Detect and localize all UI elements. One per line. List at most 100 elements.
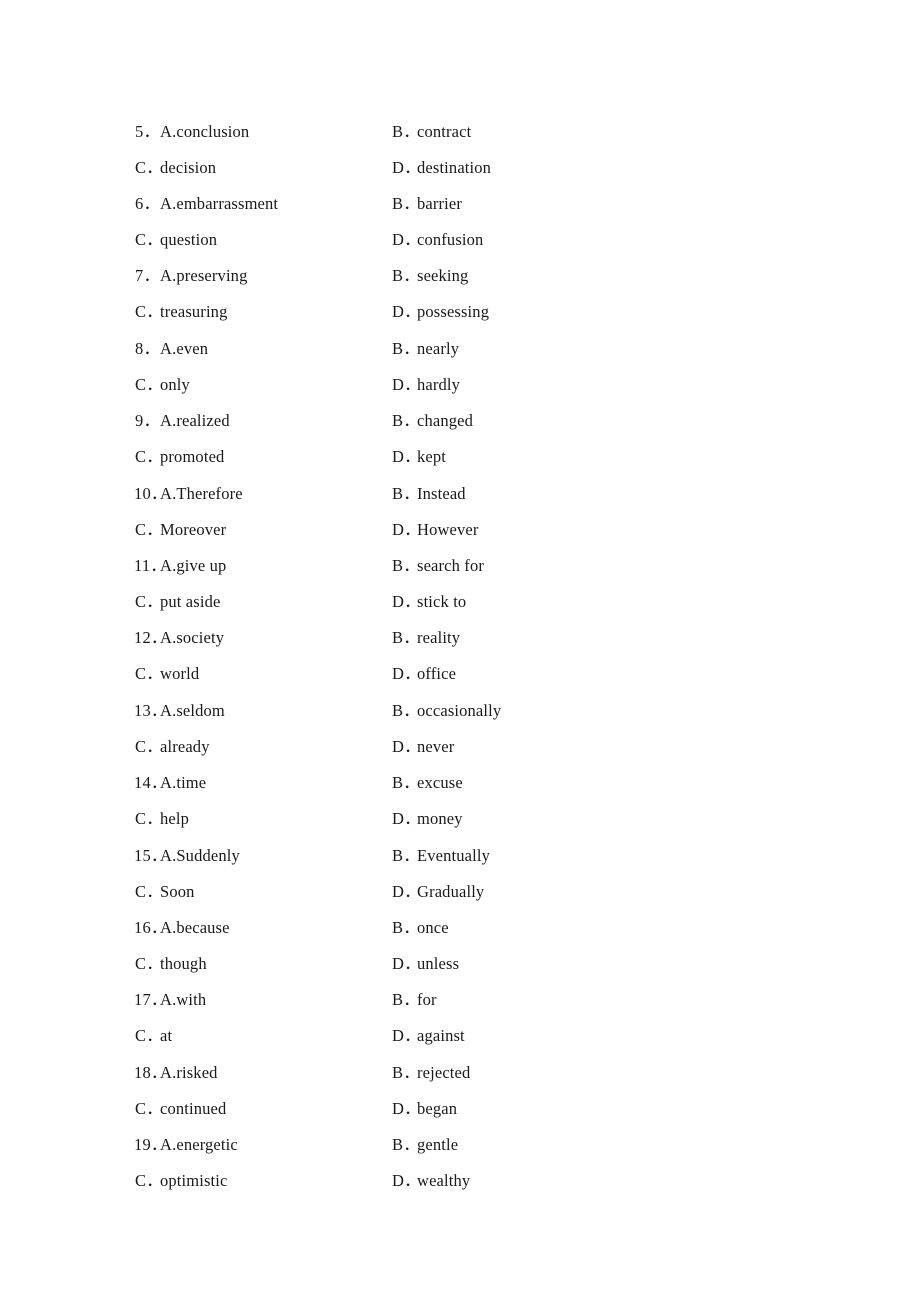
option-c[interactable]: C． only [135,367,385,403]
option-b[interactable]: B． search for [392,548,812,584]
option-b[interactable]: B． barrier [392,186,812,222]
option-b[interactable]: B． Instead [392,476,812,512]
option-a[interactable]: 12． A.society [134,620,385,656]
question-group: 17． A.with B． for C． at D． against [0,982,920,1054]
option-c-text: optimistic [160,1171,228,1191]
option-b[interactable]: B． changed [392,403,812,439]
option-d[interactable]: D． Gradually [392,874,812,910]
option-c-text: only [160,374,190,394]
option-a[interactable]: 17． A.with [134,982,385,1018]
option-d[interactable]: D． office [392,656,812,692]
option-a[interactable]: 14． A.time [134,765,385,801]
option-b-text: for [417,990,437,1010]
option-d[interactable]: D． money [392,801,812,837]
question-number: 9． [135,411,161,431]
option-a[interactable]: 18． A.risked [134,1055,385,1091]
option-d[interactable]: D． never [392,729,812,765]
option-b[interactable]: B． for [392,982,812,1018]
option-b-letter: B． [392,193,420,213]
option-b[interactable]: B． rejected [392,1055,812,1091]
option-a[interactable]: 10． A.Therefore [134,476,385,512]
option-line-cd: C． though D． unless [0,946,920,982]
option-c[interactable]: C． Soon [135,874,385,910]
option-b[interactable]: B． occasionally [392,693,812,729]
option-b-text: excuse [417,773,463,793]
option-d[interactable]: D． against [392,1018,812,1054]
option-b[interactable]: B． reality [392,620,812,656]
question-number: 16． [134,917,168,937]
option-d[interactable]: D． However [392,512,812,548]
option-b[interactable]: B． contract [392,114,812,150]
option-a-text: A.time [160,773,207,793]
option-d-text: began [417,1098,458,1118]
option-c-text: promoted [160,447,225,467]
option-d[interactable]: D． wealthy [392,1163,812,1199]
option-a-text: A.because [160,917,230,937]
option-c[interactable]: C． question [135,222,385,258]
option-b-letter: B． [392,1135,420,1155]
option-a[interactable]: 5． A.conclusion [135,114,385,150]
option-b-letter: B． [392,121,420,141]
option-a-text: A.even [160,338,209,358]
option-d[interactable]: D． began [392,1091,812,1127]
option-c[interactable]: C． though [135,946,385,982]
option-line-cd: C． Moreover D． However [0,512,920,548]
option-c[interactable]: C． promoted [135,439,385,475]
question-number: 7． [135,266,161,286]
option-c-letter: C． [135,1098,163,1118]
option-a-text: A.Suddenly [160,845,240,865]
option-b[interactable]: B． Eventually [392,838,812,874]
option-b-letter: B． [392,700,420,720]
option-a[interactable]: 6． A.embarrassment [135,186,385,222]
option-c[interactable]: C． treasuring [135,294,385,330]
option-c[interactable]: C． already [135,729,385,765]
option-b[interactable]: B． seeking [392,258,812,294]
option-line-ab: 17． A.with B． for [0,982,920,1018]
option-c[interactable]: C． Moreover [135,512,385,548]
question-number: 13． [134,700,168,720]
option-b[interactable]: B． nearly [392,331,812,367]
option-c[interactable]: C． world [135,656,385,692]
option-d[interactable]: D． unless [392,946,812,982]
option-b-text: once [417,917,449,937]
question-group: 11． A.give up B． search for C． put aside D． sti… [0,548,920,620]
option-b[interactable]: B． gentle [392,1127,812,1163]
option-a[interactable]: 15． A.Suddenly [134,838,385,874]
option-a[interactable]: 13． A.seldom [134,693,385,729]
option-d[interactable]: D． destination [392,150,812,186]
option-b-letter: B． [392,1062,420,1082]
option-b[interactable]: B． excuse [392,765,812,801]
option-a[interactable]: 11． A.give up [134,548,385,584]
question-number: 14． [134,773,168,793]
option-d-text: wealthy [417,1171,471,1191]
option-b[interactable]: B． once [392,910,812,946]
option-a[interactable]: 8． A.even [135,331,385,367]
option-d[interactable]: D． possessing [392,294,812,330]
option-a[interactable]: 7． A.preserving [135,258,385,294]
option-c[interactable]: C． optimistic [135,1163,385,1199]
option-d[interactable]: D． stick to [392,584,812,620]
option-c[interactable]: C． at [135,1018,385,1054]
option-c[interactable]: C． continued [135,1091,385,1127]
option-line-cd: C． only D． hardly [0,367,920,403]
option-d-text: However [417,519,479,539]
option-a[interactable]: 9． A.realized [135,403,385,439]
option-c[interactable]: C． help [135,801,385,837]
option-d-text: Gradually [417,881,485,901]
option-c-text: treasuring [160,302,228,322]
option-b-text: contract [417,121,472,141]
option-c-text: help [160,809,190,829]
option-b-letter: B． [392,845,420,865]
option-a[interactable]: 19． A.energetic [134,1127,385,1163]
option-d-text: hardly [417,374,461,394]
option-c-letter: C． [135,592,163,612]
option-c[interactable]: C． put aside [135,584,385,620]
option-d[interactable]: D． hardly [392,367,812,403]
question-group: 14． A.time B． excuse C． help D． money [0,765,920,837]
option-d[interactable]: D． kept [392,439,812,475]
option-c[interactable]: C． decision [135,150,385,186]
option-a[interactable]: 16． A.because [134,910,385,946]
option-line-ab: 14． A.time B． excuse [0,765,920,801]
option-a-text: A.seldom [160,700,225,720]
option-d[interactable]: D． confusion [392,222,812,258]
